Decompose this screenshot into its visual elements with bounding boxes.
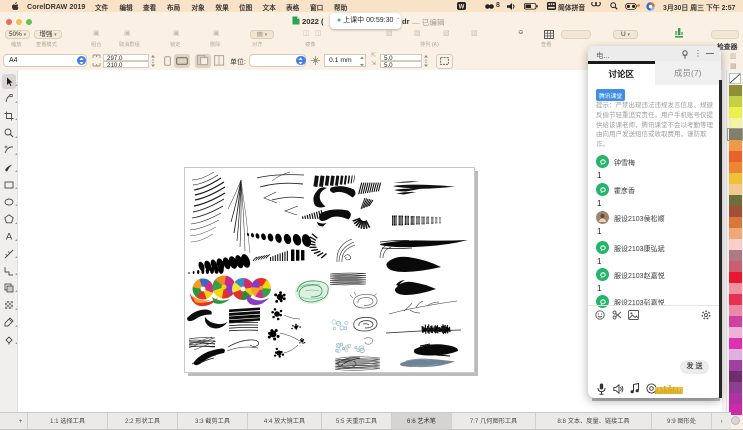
svg-text:W: W [459, 4, 465, 10]
svg-text:A: A [6, 232, 13, 241]
